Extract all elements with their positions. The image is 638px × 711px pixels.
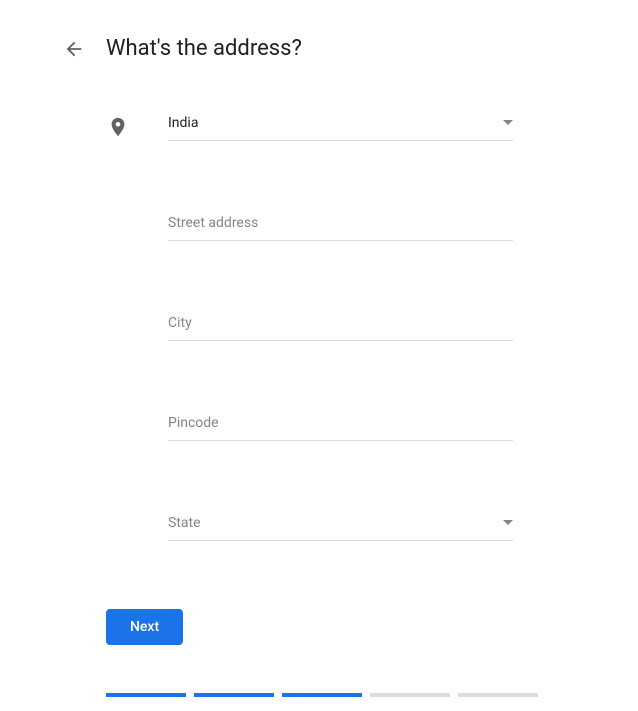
location-pin-icon bbox=[106, 115, 130, 139]
address-form: India State bbox=[0, 109, 638, 541]
back-button[interactable] bbox=[62, 37, 86, 61]
page-title: What's the address? bbox=[106, 36, 302, 61]
city-input[interactable] bbox=[168, 309, 513, 341]
pincode-input[interactable] bbox=[168, 409, 513, 441]
street-address-input[interactable] bbox=[168, 209, 513, 241]
country-value: India bbox=[168, 115, 198, 131]
progress-segment bbox=[458, 693, 538, 697]
arrow-left-icon bbox=[63, 38, 85, 60]
progress-segment bbox=[106, 693, 186, 697]
chevron-down-icon bbox=[503, 120, 513, 125]
country-select[interactable]: India bbox=[168, 109, 513, 141]
progress-segment bbox=[194, 693, 274, 697]
progress-segment bbox=[282, 693, 362, 697]
progress-segment bbox=[370, 693, 450, 697]
progress-bar bbox=[0, 693, 638, 697]
state-select[interactable]: State bbox=[168, 509, 513, 541]
chevron-down-icon bbox=[503, 520, 513, 525]
next-button[interactable]: Next bbox=[106, 609, 183, 645]
state-placeholder: State bbox=[168, 515, 201, 531]
